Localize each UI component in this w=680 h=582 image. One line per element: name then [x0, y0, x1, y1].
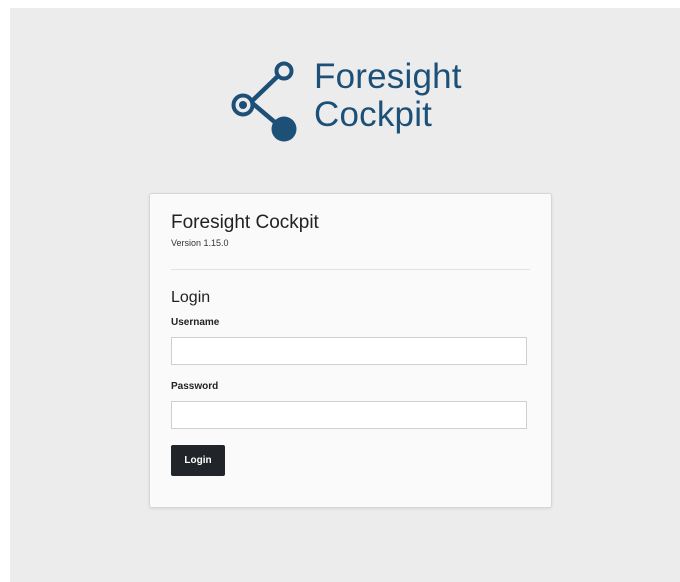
- node-graph-icon: [231, 61, 297, 142]
- app-logo: Foresight Cockpit: [229, 58, 499, 153]
- password-input[interactable]: [171, 401, 527, 429]
- logo-text-line1: Foresight: [314, 57, 462, 96]
- app-title: Foresight Cockpit: [171, 212, 319, 233]
- username-input[interactable]: [171, 337, 527, 365]
- logo-wordmark: Foresight Cockpit: [314, 58, 462, 134]
- login-heading: Login: [171, 289, 211, 306]
- login-page: Foresight Cockpit Foresight Cockpit Vers…: [10, 8, 680, 582]
- app-version: Version 1.15.0: [171, 238, 229, 248]
- logo-text-line2: Cockpit: [314, 95, 433, 134]
- divider: [171, 269, 530, 270]
- login-card: Foresight Cockpit Version 1.15.0 Login U…: [149, 193, 552, 508]
- login-button[interactable]: Login: [171, 445, 225, 476]
- username-label: Username: [171, 317, 220, 328]
- password-label: Password: [171, 381, 219, 392]
